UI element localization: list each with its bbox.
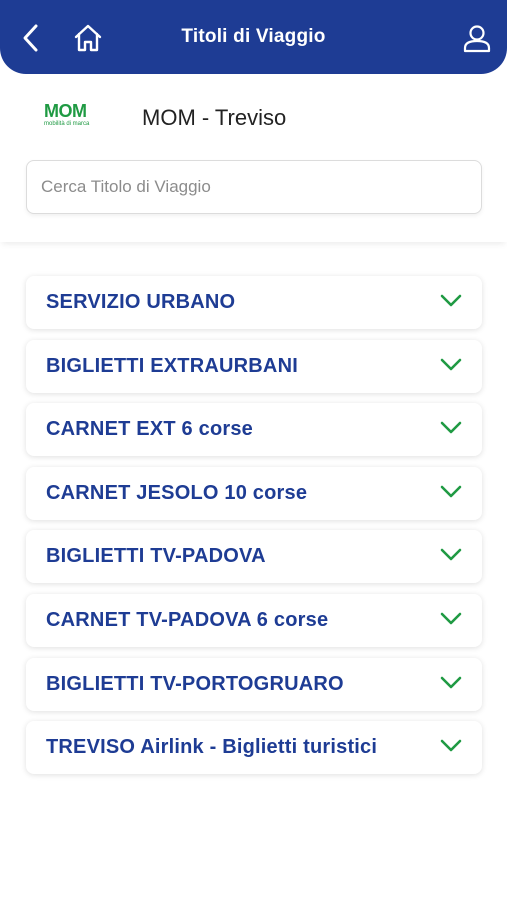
category-label: BIGLIETTI EXTRAURBANI <box>46 354 298 377</box>
category-label: BIGLIETTI TV-PORTOGRUARO <box>46 672 344 695</box>
logo-text: MOM <box>44 101 87 121</box>
profile-button[interactable] <box>459 20 495 56</box>
home-icon <box>74 24 102 52</box>
chevron-down-icon <box>440 739 462 752</box>
chevron-down-icon <box>440 358 462 370</box>
chevron-down-icon <box>440 549 462 561</box>
top-bar: Titoli di Viaggio <box>0 0 507 74</box>
chevron-down-icon <box>440 294 462 307</box>
user-icon <box>463 25 491 53</box>
chevron-down-icon <box>440 421 462 434</box>
chevron-down-icon <box>440 485 462 498</box>
category-label: CARNET EXT 6 corse <box>46 418 253 441</box>
category-label: TREVISO Airlink - Biglietti turistici <box>46 736 378 759</box>
category-item[interactable]: TREVISO Airlink - Biglietti turistici <box>26 721 482 775</box>
category-item[interactable]: SERVIZIO URBANO <box>26 276 482 329</box>
chevron-left-icon <box>23 24 38 52</box>
category-list: SERVIZIO URBANO BIGLIETTI EXTRAURBANI CA… <box>26 276 482 785</box>
chevron-down-icon <box>440 676 462 688</box>
home-button[interactable] <box>70 20 106 56</box>
category-item[interactable]: BIGLIETTI EXTRAURBANI <box>26 339 482 393</box>
category-label: CARNET TV-PADOVA 6 corse <box>46 608 329 631</box>
category-item[interactable]: BIGLIETTI TV-PADOVA <box>26 530 482 584</box>
category-item[interactable]: CARNET TV-PADOVA 6 corse <box>26 593 482 647</box>
category-label: CARNET JESOLO 10 corse <box>46 481 308 504</box>
back-button[interactable] <box>13 20 49 56</box>
category-item[interactable]: CARNET EXT 6 corse <box>26 403 482 457</box>
operator-logo: MOM mobilità di marca <box>44 102 108 134</box>
operator-header: MOM mobilità di marca MOM - Treviso <box>0 74 507 242</box>
page-title: Titoli di Viaggio <box>181 26 326 47</box>
search-input[interactable] <box>26 160 482 214</box>
category-item[interactable]: BIGLIETTI TV-PORTOGRUARO <box>26 657 482 711</box>
category-label: BIGLIETTI TV-PADOVA <box>46 545 266 568</box>
logo-subtext: mobilità di marca <box>44 121 90 127</box>
category-label: SERVIZIO URBANO <box>46 291 236 313</box>
category-item[interactable]: CARNET JESOLO 10 corse <box>26 466 482 520</box>
chevron-down-icon <box>440 612 462 625</box>
operator-name: MOM - Treviso <box>142 105 287 130</box>
